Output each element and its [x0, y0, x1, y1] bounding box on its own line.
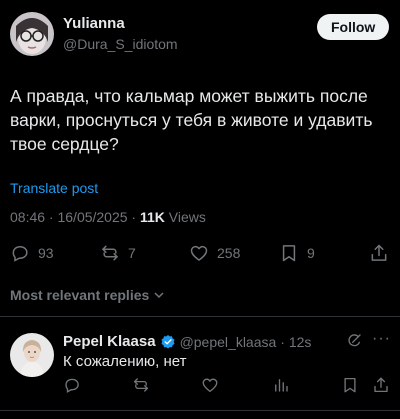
follow-button[interactable]: Follow	[317, 14, 390, 40]
grok-action[interactable]	[346, 333, 362, 354]
repost-icon	[133, 378, 149, 392]
reply-share-action[interactable]	[372, 376, 390, 399]
repost-icon	[102, 245, 118, 261]
grok-icon	[348, 334, 361, 347]
translate-post-link[interactable]: Translate post	[10, 180, 98, 196]
share-icon	[371, 244, 387, 261]
verified-badge-icon	[161, 334, 175, 348]
bookmark-icon	[344, 377, 356, 393]
bookmark-action[interactable]: 9	[279, 243, 315, 263]
analytics-icon	[275, 379, 288, 392]
more-options-button[interactable]: ···	[372, 330, 391, 348]
reply-icon	[65, 378, 79, 393]
reply-author-avatar[interactable]	[10, 333, 54, 377]
reply-header: Pepel Klaasa @pepel_klaasa · 12s	[63, 333, 311, 350]
reposts-count: 7	[128, 245, 136, 261]
bookmark-icon	[282, 245, 296, 262]
views-label: Views	[164, 209, 206, 225]
reply-time[interactable]: · 12s	[280, 334, 311, 350]
divider	[0, 410, 400, 411]
reply-author-handle[interactable]: @pepel_klaasa	[180, 334, 277, 350]
replies-count: 93	[38, 245, 54, 261]
replies-sort-label: Most relevant replies	[10, 287, 150, 303]
heart-icon	[190, 245, 208, 261]
reply-icon	[12, 245, 28, 262]
author-name[interactable]: Yulianna	[63, 15, 125, 32]
author-handle[interactable]: @Dura_S_idiotom	[63, 36, 178, 52]
reply-reply-action[interactable]	[63, 376, 81, 399]
reply-text: К сожалению, нет	[63, 353, 187, 370]
reply-author-name[interactable]: Pepel Klaasa	[63, 333, 156, 350]
divider	[0, 316, 400, 317]
heart-icon	[202, 378, 218, 393]
replies-sort-dropdown[interactable]: Most relevant replies	[10, 287, 165, 303]
share-action[interactable]	[369, 243, 389, 268]
share-icon	[374, 377, 388, 393]
repost-action[interactable]: 7	[100, 243, 136, 263]
reply-bookmark-action[interactable]	[341, 376, 359, 399]
reply-views-action[interactable]	[272, 376, 290, 399]
reply-action[interactable]: 93	[10, 243, 54, 263]
author-avatar[interactable]	[10, 12, 54, 56]
tweet-text: А правда, что кальмар может выжить после…	[10, 86, 373, 154]
bookmarks-count: 9	[307, 245, 315, 261]
tweet-timestamp: 08:46 · 16/05/2025 ·	[10, 209, 140, 225]
chevron-down-icon	[154, 292, 164, 299]
likes-count: 258	[217, 245, 241, 261]
views-count: 11K	[140, 209, 165, 225]
reply-repost-action[interactable]	[132, 376, 150, 399]
reply-like-action[interactable]	[201, 376, 219, 399]
like-action[interactable]: 258	[189, 243, 240, 263]
tweet-meta: 08:46 · 16/05/2025 · 11K Views	[10, 209, 206, 225]
